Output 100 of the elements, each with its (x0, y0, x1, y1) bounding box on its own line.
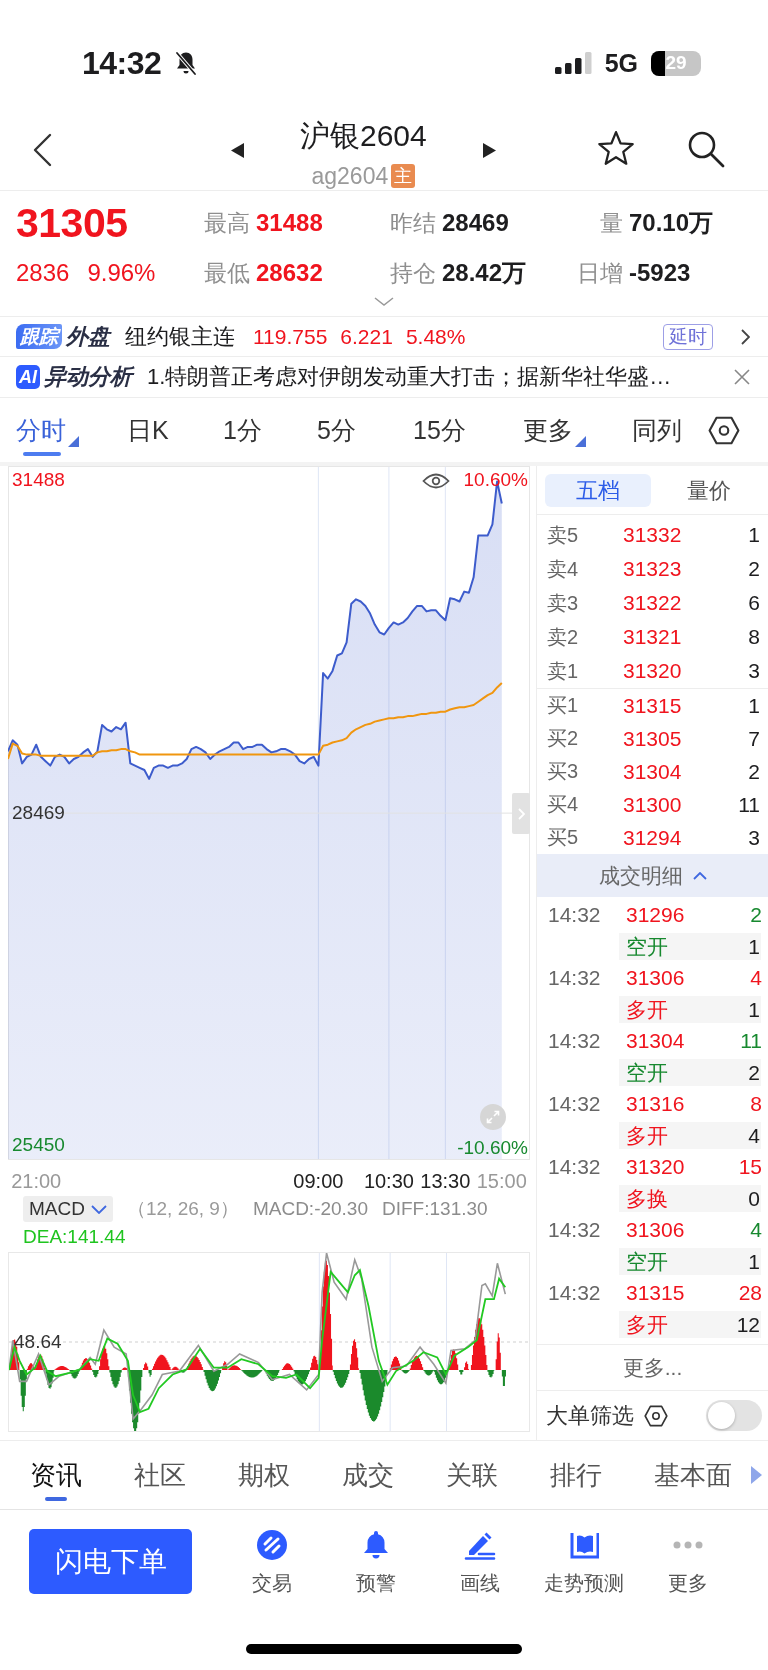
level-volume: 8 (748, 625, 760, 649)
toolbar-button[interactable]: 更多 (636, 1529, 740, 1595)
trade-type: 多开 (626, 1122, 668, 1149)
percent-label: -10.60% (457, 1136, 528, 1158)
large-order-switch[interactable] (706, 1400, 762, 1431)
trade-time: 14:32 (548, 903, 602, 927)
period-tab[interactable]: 分时 (16, 398, 79, 462)
period-tab[interactable]: 5分 (317, 398, 356, 462)
indicator-readout: MACD:-20.30 (252, 1197, 368, 1221)
toolbar-button[interactable]: 画线 (428, 1529, 532, 1595)
level-volume: 3 (748, 659, 760, 683)
trade-volume: 4 (750, 1218, 762, 1242)
trade-volume: 8 (750, 1092, 762, 1116)
trade-type: 空开 (626, 1059, 668, 1086)
macd-histogram-dip (459, 1370, 464, 1375)
y-axis-label: 28469 (12, 801, 65, 823)
trade-price: 31320 (625, 1155, 685, 1179)
macd-histogram-dip (45, 1370, 55, 1389)
hexagon-settings-icon[interactable] (644, 1404, 668, 1427)
trade-detail-toggle[interactable]: 成交明细 (537, 854, 768, 897)
macd-histogram-dip (127, 1370, 143, 1431)
y-axis-label: 25450 (12, 1134, 65, 1156)
bottom-tab[interactable]: 社区 (134, 1441, 186, 1509)
contract-code: ag2604 (311, 163, 389, 189)
macd-histogram-peak (54, 1365, 70, 1371)
macd-histogram-dip (293, 1370, 311, 1385)
bell-icon[interactable] (362, 1530, 390, 1560)
level-volume: 2 (748, 557, 760, 581)
search-icon[interactable] (687, 130, 725, 168)
macd-histogram-peak (495, 1333, 502, 1371)
filter-label: 大单筛选 (546, 1401, 634, 1430)
bottom-tab[interactable]: 资讯 (30, 1441, 82, 1509)
macd-histogram-dip (148, 1370, 152, 1377)
bottom-tab[interactable]: 期权 (238, 1441, 290, 1509)
chevron-down-icon[interactable] (374, 297, 394, 306)
macd-histogram-dip (359, 1370, 388, 1422)
toolbar-button[interactable]: 交易 (220, 1529, 324, 1595)
stat-label: 昨结 (390, 208, 436, 238)
news-headline[interactable]: 1.特朗普正考虑对伊朗发动重大打击；据新华社华盛… (147, 362, 672, 392)
triangle-right-icon[interactable] (482, 143, 496, 158)
hexagon-settings-icon[interactable] (708, 415, 740, 445)
trade-type: 多开 (626, 996, 668, 1023)
indicator-params: （12, 26, 9） (126, 1197, 239, 1221)
circle-stripes-icon[interactable] (257, 1530, 287, 1560)
x-axis-label: 21:00 (11, 1170, 62, 1192)
trade-type-volume: 4 (748, 1123, 760, 1148)
trade-price: 31315 (625, 1281, 685, 1305)
level-label: 买2 (547, 726, 580, 751)
book-frame-icon[interactable] (569, 1530, 599, 1560)
book-tab[interactable]: 量价 (656, 474, 762, 507)
trade-price: 31306 (625, 1218, 685, 1242)
eye-icon[interactable] (422, 472, 450, 490)
macd-histogram-dip (92, 1370, 100, 1378)
level-price: 31323 (623, 557, 682, 581)
trade-volume: 11 (740, 1029, 762, 1053)
trade-type: 多换 (626, 1185, 668, 1212)
quick-order-button[interactable]: 闪电下单 (29, 1529, 192, 1594)
star-icon[interactable] (597, 130, 635, 166)
macd-histogram-peak (389, 1356, 402, 1371)
pen-line-icon[interactable] (464, 1530, 496, 1560)
level-volume: 1 (748, 523, 760, 547)
instrument-name: 纽约银主连 (125, 322, 235, 351)
status-time: 14:32 (82, 45, 162, 81)
bottom-tab[interactable]: 关联 (446, 1441, 498, 1509)
macd-histogram-peak (186, 1355, 204, 1371)
level-label: 买4 (547, 792, 580, 817)
chevron-right-icon[interactable] (741, 328, 750, 345)
close-icon[interactable] (734, 369, 750, 385)
more-trades-button[interactable]: 更多... (622, 1353, 683, 1382)
stat-value: 28.42万 (442, 258, 527, 288)
bottom-tab[interactable]: 成交 (342, 1441, 394, 1509)
level-price: 31294 (623, 825, 682, 850)
chevron-right-icon (517, 807, 525, 820)
stat-value: 31488 (256, 208, 323, 237)
toolbar-button[interactable]: 走势预测 (532, 1529, 636, 1595)
network-label: 5G (604, 49, 638, 77)
side-panel-handle[interactable] (512, 793, 530, 834)
period-tab[interactable]: 更多 (523, 398, 586, 462)
level-price: 31322 (623, 591, 682, 615)
period-tab[interactable]: 日K (127, 398, 169, 462)
indicator-dropdown[interactable]: MACD (23, 1196, 113, 1222)
market-label: 外盘 (66, 322, 110, 351)
stat-label: 日增 (577, 258, 623, 288)
period-tab[interactable]: 1分 (223, 398, 262, 462)
trade-time: 14:32 (548, 1092, 602, 1116)
trade-volume: 15 (738, 1155, 762, 1179)
quote-value: 6.221 (340, 324, 393, 349)
period-tab[interactable]: 15分 (413, 398, 466, 462)
trade-time: 14:32 (548, 1218, 602, 1242)
bottom-tab[interactable]: 基本面 (654, 1441, 732, 1509)
toolbar-button[interactable]: 预警 (324, 1529, 428, 1595)
triangle-left-icon[interactable] (231, 143, 244, 158)
level-price: 31320 (623, 659, 682, 683)
bottom-tab[interactable]: 排行 (550, 1441, 602, 1509)
book-tab[interactable]: 五档 (545, 474, 651, 507)
level-volume: 1 (748, 693, 760, 718)
chevron-left-icon[interactable] (32, 133, 52, 167)
x-axis-label: 13:30 (420, 1170, 471, 1192)
period-tab[interactable]: 同列 (632, 398, 682, 462)
macd-histogram-dip (264, 1370, 280, 1381)
